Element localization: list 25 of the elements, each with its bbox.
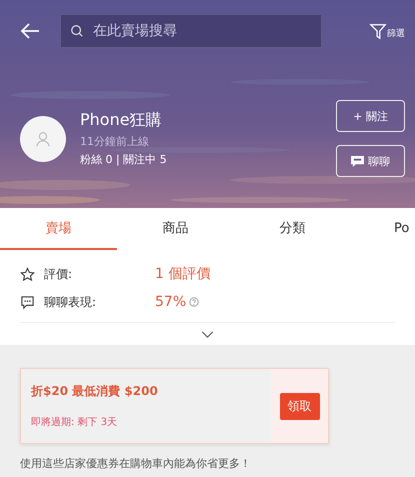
follower-stats: 粉絲 0 | 關注中 5: [80, 152, 167, 167]
tab[interactable]: 分類: [234, 208, 351, 250]
chat-button[interactable]: 聊聊: [336, 145, 405, 177]
filter-button[interactable]: 篩選: [369, 22, 405, 40]
help-icon[interactable]: [189, 297, 200, 307]
last-online-text: 11分鐘前上線: [80, 134, 150, 149]
star-icon: [20, 266, 35, 282]
follow-button[interactable]: + 關注: [336, 100, 405, 132]
filter-icon: [369, 22, 387, 40]
info-value: 1 個評價: [155, 265, 210, 283]
tab[interactable]: 商品: [117, 208, 234, 250]
search-icon: [70, 24, 84, 38]
shop-name: Phone狂購: [80, 110, 163, 131]
coupon-expiry: 即將過期: 剩下 3天: [31, 416, 118, 429]
coupon-note: 使用這些店家優惠券在購物車內能為你省更多！: [20, 456, 252, 471]
chevron-down-icon[interactable]: [201, 330, 214, 338]
coupon-title: 折$20 最低消費 $200: [31, 383, 159, 400]
chat-bubble-icon: [20, 294, 35, 310]
tab[interactable]: Po: [351, 208, 415, 250]
claim-button[interactable]: 領取: [280, 392, 320, 420]
chat-icon: [351, 156, 364, 166]
search-field[interactable]: 在此賣場搜尋: [60, 14, 322, 48]
info-label: 聊聊表現:: [44, 294, 98, 310]
info-value: 57%: [155, 294, 186, 310]
info-label: 評價:: [44, 266, 74, 282]
